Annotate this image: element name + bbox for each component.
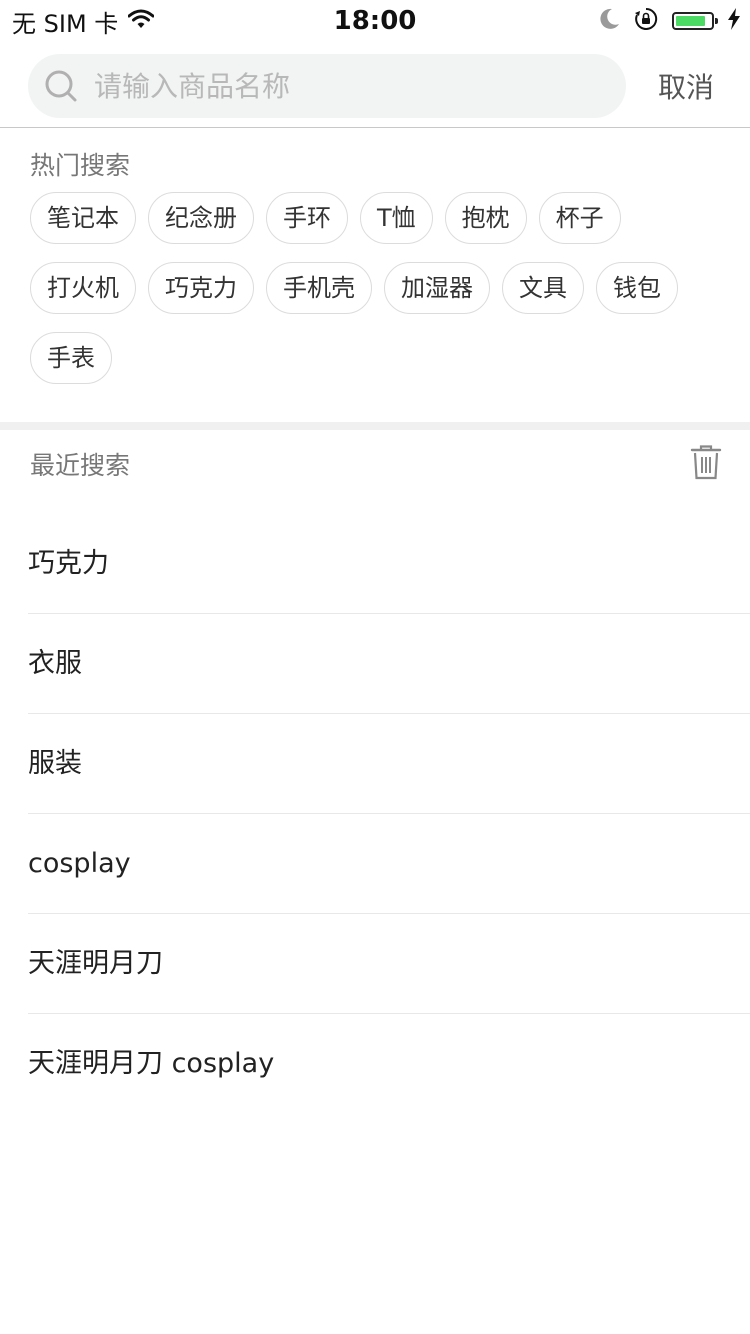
recent-search-item[interactable]: 衣服 — [0, 614, 750, 714]
hot-search-tag[interactable]: 抱枕 — [444, 192, 527, 244]
search-icon — [44, 69, 78, 103]
charging-icon — [728, 8, 740, 34]
hot-search-tag[interactable]: 纪念册 — [148, 192, 254, 244]
search-input[interactable] — [92, 68, 596, 104]
recent-search-title: 最近搜索 — [30, 451, 131, 480]
status-bar: 无 SIM 卡 18:00 — [0, 0, 750, 40]
recent-search-item[interactable]: cosplay — [0, 814, 750, 914]
search-header: 取消 — [0, 40, 750, 128]
search-box[interactable] — [28, 54, 626, 118]
hot-search-tag[interactable]: 手表 — [30, 332, 112, 384]
hot-search-tag[interactable]: 杯子 — [538, 192, 621, 244]
battery-icon — [672, 12, 718, 30]
hot-search-tag[interactable]: 钱包 — [596, 262, 678, 314]
orientation-lock-icon — [634, 7, 658, 35]
section-divider — [0, 422, 750, 430]
hot-search-tag[interactable]: 手机壳 — [266, 262, 372, 314]
hot-search-tag[interactable]: 文具 — [502, 262, 584, 314]
status-right — [600, 6, 740, 36]
battery-fill — [676, 16, 705, 26]
hot-search-tag[interactable]: 手环 — [266, 192, 348, 244]
recent-search-item[interactable]: 天涯明月刀 — [0, 914, 750, 1014]
hot-search-tag[interactable]: 打火机 — [30, 262, 136, 314]
hot-search-tag[interactable]: 巧克力 — [148, 262, 254, 314]
recent-search-item[interactable]: 服装 — [0, 714, 750, 814]
hot-search-tag[interactable]: 加湿器 — [384, 262, 490, 314]
hot-search-section: 热门搜索 笔记本 纪念册 手环 T恤 抱枕 杯子打火机 巧克力 手机壳 加湿器 文具 钱包手表 — [0, 128, 750, 422]
recent-search-item[interactable]: 天涯明月刀 cosplay — [0, 1014, 750, 1114]
recent-search-item[interactable]: 巧克力 — [0, 514, 750, 614]
cancel-button[interactable]: 取消 — [658, 66, 714, 106]
hot-search-tags: 笔记本 纪念册 手环 T恤 抱枕 杯子打火机 巧克力 手机壳 加湿器 文具 钱包手表 — [30, 192, 730, 384]
recent-search-list: 巧克力 衣服 服装 cosplay 天涯明月刀 天涯明月刀 cosplay — [0, 514, 750, 1114]
hot-search-title: 热门搜索 — [30, 151, 131, 180]
moon-icon — [600, 8, 620, 34]
trash-icon[interactable] — [690, 444, 722, 480]
hot-search-tag[interactable]: T恤 — [360, 192, 433, 244]
hot-search-tag[interactable]: 笔记本 — [30, 192, 136, 244]
